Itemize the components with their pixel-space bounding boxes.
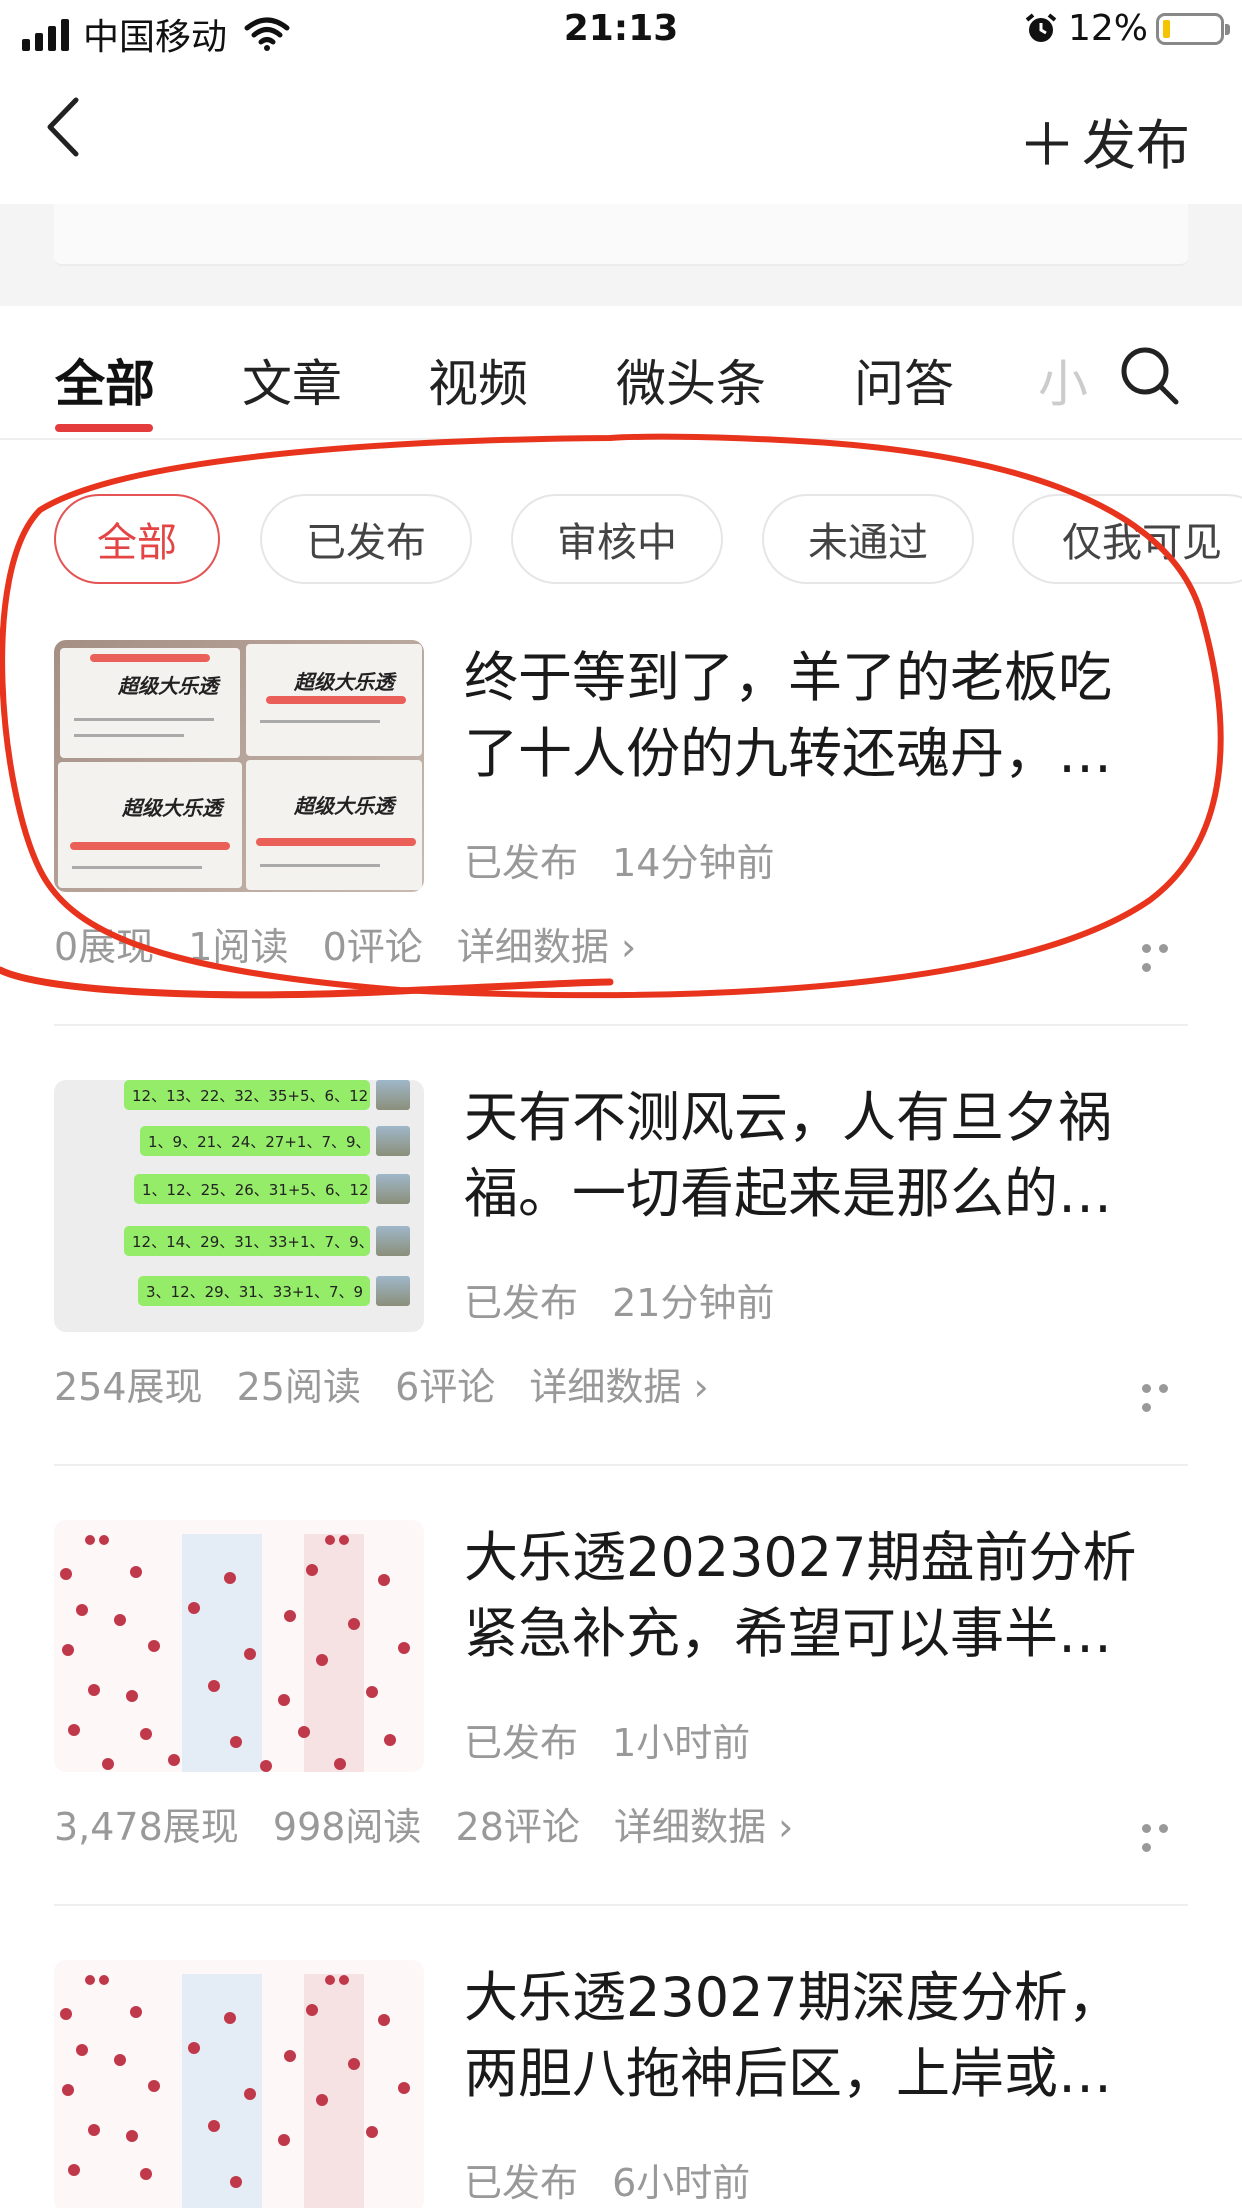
tab-articles[interactable]: 文章 — [242, 344, 342, 416]
alarm-icon — [1025, 12, 1057, 42]
nav-bar: ＋ 发布 — [0, 62, 1242, 204]
comments-count: 6评论 — [395, 1365, 496, 1409]
article-time: 6小时前 — [612, 2161, 751, 2205]
lottery-chart-image — [60, 1974, 410, 2208]
filter-reviewing[interactable]: 审核中 — [511, 494, 723, 584]
divider — [54, 1464, 1188, 1466]
filter-all[interactable]: 全部 — [54, 494, 220, 584]
publish-button[interactable]: ＋ 发布 — [1018, 98, 1190, 182]
publish-label: 发布 — [1082, 113, 1190, 177]
article-stats: 254展现 25阅读 6评论 详细数据 › — [54, 1356, 731, 1411]
article-thumbnail: 12、13、22、32、35+5、6、12 1、9、21、24、27+1、7、9… — [54, 1080, 424, 1332]
detail-data-link[interactable]: 详细数据 › — [529, 1365, 708, 1409]
tab-micro-posts[interactable]: 微头条 — [616, 344, 766, 416]
tab-videos[interactable]: 视频 — [428, 344, 528, 416]
article-title[interactable]: 天有不测风云，人有旦夕祸福。一切看起来是那么的… — [464, 1080, 1164, 1232]
article-meta: 已发布 21分钟前 — [464, 1272, 774, 1327]
article-stats: 0展现 1阅读 0评论 详细数据 › — [54, 916, 658, 971]
back-arrow-icon[interactable] — [40, 92, 86, 162]
filter-rejected[interactable]: 未通过 — [762, 494, 974, 584]
header-band — [0, 204, 1242, 306]
plus-icon: ＋ — [1017, 111, 1076, 179]
impressions-count: 0展现 — [54, 925, 155, 969]
comments-count: 28评论 — [455, 1805, 580, 1849]
header-card — [54, 204, 1188, 266]
article-thumbnail — [54, 1520, 424, 1772]
article-title[interactable]: 大乐透23027期深度分析，两胆八拖神后区，上岸或… — [464, 1960, 1164, 2112]
article-status: 已发布 — [464, 841, 579, 885]
filter-private[interactable]: 仅我可见 — [1012, 494, 1242, 584]
more-options-icon[interactable] — [1142, 1378, 1188, 1412]
reads-count: 25阅读 — [236, 1365, 361, 1409]
comments-count: 0评论 — [322, 925, 423, 969]
article-time: 21分钟前 — [612, 1281, 775, 1325]
article-title[interactable]: 终于等到了，羊了的老板吃了十人份的九转还魂丹，… — [464, 640, 1164, 792]
more-options-icon[interactable] — [1142, 938, 1188, 972]
divider — [54, 1904, 1188, 1906]
article-meta: 已发布 14分钟前 — [464, 832, 774, 887]
tab-more[interactable]: 小 — [1038, 344, 1088, 416]
detail-data-link[interactable]: 详细数据 › — [457, 925, 636, 969]
reads-count: 1阅读 — [188, 925, 289, 969]
tab-qa[interactable]: 问答 — [854, 344, 954, 416]
divider — [54, 1024, 1188, 1026]
article-stats: 3,478展现 998阅读 28评论 详细数据 › — [54, 1796, 815, 1851]
impressions-count: 3,478展现 — [54, 1805, 239, 1849]
detail-data-link[interactable]: 详细数据 › — [614, 1805, 793, 1849]
article-thumbnail — [54, 1960, 424, 2208]
status-bar: 中国移动 21:13 12% — [0, 0, 1242, 62]
tab-all[interactable]: 全部 — [55, 344, 155, 416]
lottery-chart-image — [60, 1534, 410, 1772]
article-status: 已发布 — [464, 1721, 579, 1765]
filter-published[interactable]: 已发布 — [260, 494, 472, 584]
reads-count: 998阅读 — [272, 1805, 422, 1849]
article-thumbnail: 超级大乐透 超级大乐透 超级大乐透 超级大乐透 — [54, 640, 424, 892]
article-meta: 已发布 1小时前 — [464, 1712, 750, 1767]
article-status: 已发布 — [464, 2161, 579, 2205]
article-status: 已发布 — [464, 1281, 579, 1325]
article-time: 1小时前 — [612, 1721, 751, 1765]
search-icon[interactable] — [1118, 344, 1180, 406]
article-time: 14分钟前 — [612, 841, 775, 885]
article-meta: 已发布 6小时前 — [464, 2152, 750, 2207]
battery-percent: 12% — [1067, 8, 1148, 49]
battery-icon — [1156, 12, 1230, 45]
impressions-count: 254展现 — [54, 1365, 203, 1409]
content-tabs: 全部 文章 视频 微头条 问答 小 — [0, 306, 1242, 440]
article-title[interactable]: 大乐透2023027期盘前分析紧急补充，希望可以事半… — [464, 1520, 1164, 1672]
tab-active-indicator — [55, 424, 153, 432]
more-options-icon[interactable] — [1142, 1818, 1188, 1852]
